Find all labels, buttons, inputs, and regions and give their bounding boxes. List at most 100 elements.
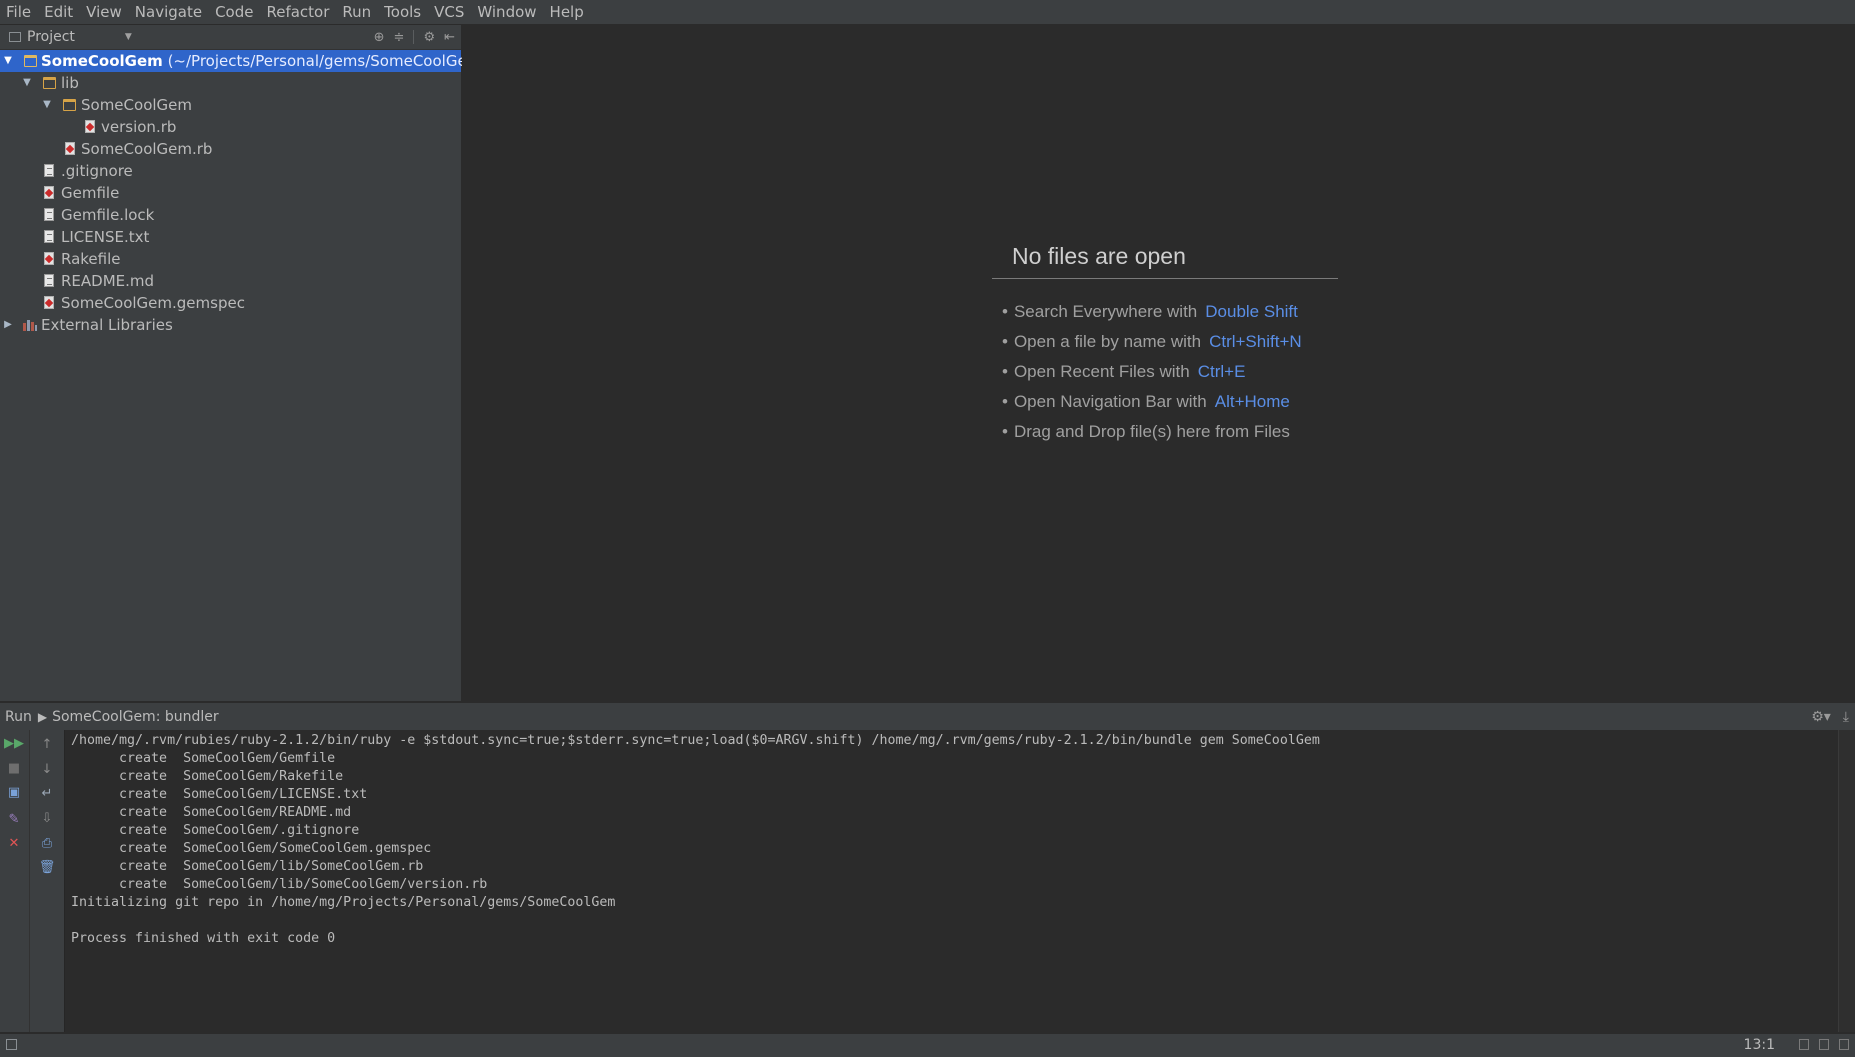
caret-position[interactable]: 13:1 (1744, 1037, 1775, 1053)
collapse-all-icon[interactable]: ≑ (394, 30, 405, 45)
tree-item-gemspec[interactable]: SomeCoolGem.gemspec (0, 292, 461, 314)
tree-item-label: Gemfile.lock (61, 206, 155, 224)
tree-item-label: External Libraries (41, 316, 173, 334)
expand-arrow-icon[interactable]: ▼ (21, 72, 33, 94)
tree-item-gemfile[interactable]: Gemfile (0, 182, 461, 204)
text-file-icon (44, 230, 54, 243)
soft-wrap-icon[interactable]: ↵ (37, 784, 57, 802)
project-tree: ▼ SomeCoolGem (~/Projects/Personal/gems/… (0, 50, 487, 336)
menu-help[interactable]: Help (544, 0, 591, 24)
ruby-file-icon (44, 252, 54, 265)
tree-item-label: SomeCoolGem.rb (81, 140, 213, 158)
project-panel-header: Project ▼ ⊕ ≑ ⚙ ⇤ (0, 25, 461, 50)
run-config-label[interactable]: SomeCoolGem: bundler (52, 709, 219, 725)
tree-item-readme[interactable]: README.md (0, 270, 461, 292)
scroll-from-source-icon[interactable]: ⊕ (374, 30, 385, 45)
restore-layout-icon[interactable]: ▣ (4, 783, 24, 801)
run-header-tools: ⚙▾ ⤓ (1811, 703, 1849, 730)
tree-item-somecoolgem-folder[interactable]: ▼ SomeCoolGem (0, 94, 461, 116)
run-toolwindow-header: Run ▶ SomeCoolGem: bundler ⚙▾ ⤓ (0, 702, 1855, 731)
menu-tools[interactable]: Tools (378, 0, 428, 24)
status-icons (1799, 1039, 1849, 1050)
hint-drag-drop: • Drag and Drop file(s) here from Files (1002, 422, 1290, 441)
menu-vcs[interactable]: VCS (428, 0, 471, 24)
tree-item-gitignore[interactable]: .gitignore (0, 160, 461, 182)
toggle-toolwindows-icon[interactable] (6, 1039, 17, 1050)
tree-item-label: README.md (61, 272, 155, 290)
tree-item-external-libraries[interactable]: ▶ External Libraries (0, 314, 461, 336)
menu-refactor[interactable]: Refactor (260, 0, 336, 24)
console-scrollbar[interactable] (1838, 730, 1855, 1032)
ruby-file-icon (85, 120, 95, 133)
arrow-down-icon[interactable]: ↓ (37, 760, 57, 778)
text-file-icon (44, 274, 54, 287)
tree-item-rakefile[interactable]: Rakefile (0, 248, 461, 270)
shortcut-label: Alt+Home (1214, 392, 1290, 411)
tree-item-license[interactable]: LICENSE.txt (0, 226, 461, 248)
console-text: /home/mg/.rvm/rubies/ruby-2.1.2/bin/ruby… (71, 733, 1320, 946)
console-output[interactable]: /home/mg/.rvm/rubies/ruby-2.1.2/bin/ruby… (65, 730, 1837, 1032)
menu-window[interactable]: Window (471, 0, 543, 24)
expand-arrow-icon[interactable]: ▶ (2, 314, 14, 336)
tree-item-gemfile-lock[interactable]: Gemfile.lock (0, 204, 461, 226)
title-divider (992, 278, 1338, 279)
hide-panel-icon[interactable]: ⤓ (1843, 709, 1849, 725)
tree-item-label: .gitignore (61, 162, 133, 180)
project-view-icon (9, 32, 21, 42)
folder-icon (43, 77, 56, 89)
toolbar-divider (413, 30, 415, 44)
status-bar: 13:1 (0, 1033, 1855, 1057)
tree-item-label: version.rb (101, 118, 177, 136)
menu-file[interactable]: File (0, 0, 38, 24)
tree-item-label: Rakefile (61, 250, 121, 268)
menu-run[interactable]: Run (336, 0, 378, 24)
print-icon[interactable]: ⎙ (37, 834, 57, 852)
tree-item-label: SomeCoolGem.gemspec (61, 294, 245, 312)
empty-editor-title: No files are open (1012, 243, 1186, 269)
tree-item-version-rb[interactable]: version.rb (0, 116, 461, 138)
play-icon: ▶ (37, 709, 48, 724)
menu-navigate[interactable]: Navigate (129, 0, 209, 24)
event-log-icon[interactable] (1819, 1039, 1829, 1050)
expand-arrow-icon[interactable]: ▼ (41, 94, 53, 116)
shortcut-label: Ctrl+E (1197, 362, 1246, 381)
rerun-icon[interactable]: ▶▶ (4, 734, 24, 752)
arrow-up-icon[interactable]: ↑ (37, 735, 57, 753)
menu-code[interactable]: Code (209, 0, 260, 24)
folder-icon (63, 99, 76, 111)
ruby-file-icon (65, 142, 75, 155)
gear-icon[interactable]: ⚙▾ (1811, 709, 1831, 725)
chevron-down-icon[interactable]: ▼ (125, 32, 132, 42)
run-tab-label[interactable]: Run (5, 709, 32, 725)
hint-navigation-bar: • Open Navigation Bar with Alt+Home (1002, 392, 1290, 411)
expand-arrow-icon[interactable]: ▼ (2, 50, 14, 72)
hint-open-file: • Open a file by name with Ctrl+Shift+N (1002, 332, 1302, 351)
editor-hints: • Search Everywhere with Double Shift • Ope… (1002, 297, 1302, 447)
editor-area[interactable]: No files are open • Search Everywhere wit… (462, 25, 1855, 701)
project-panel: Project ▼ ⊕ ≑ ⚙ ⇤ ▼ SomeCoolGem (~/Proje… (0, 25, 487, 701)
folder-icon (24, 55, 37, 67)
memory-indicator-icon[interactable] (1839, 1039, 1849, 1050)
gear-icon[interactable]: ⚙ (423, 30, 435, 45)
menu-view[interactable]: View (80, 0, 129, 24)
trash-icon[interactable]: 🗑 (37, 858, 57, 876)
shortcut-label: Double Shift (1205, 302, 1298, 321)
close-icon[interactable]: ✕ (4, 834, 24, 852)
run-toolwindow: ▶▶ ■ ▣ ✎ ✕ ↑ ↓ ↵ ⇩ ⎙ 🗑 /home/mg/.rvm/rub… (0, 730, 1855, 1032)
lock-icon[interactable] (1799, 1039, 1809, 1050)
tree-item-label: LICENSE.txt (61, 228, 150, 246)
tree-item-label: SomeCoolGem (41, 52, 163, 70)
hide-panel-icon[interactable]: ⇤ (444, 30, 455, 45)
tree-item-somecoolgem-rb[interactable]: SomeCoolGem.rb (0, 138, 461, 160)
hint-recent-files: • Open Recent Files with Ctrl+E (1002, 362, 1246, 381)
tree-item-root[interactable]: ▼ SomeCoolGem (~/Projects/Personal/gems/… (0, 50, 487, 72)
pin-icon[interactable]: ✎ (4, 810, 24, 828)
project-view-selector[interactable]: Project (27, 29, 75, 45)
scroll-to-end-icon[interactable]: ⇩ (37, 809, 57, 827)
stop-icon[interactable]: ■ (4, 759, 24, 777)
menu-edit[interactable]: Edit (38, 0, 80, 24)
library-icon (23, 319, 37, 331)
ruby-file-icon (44, 186, 54, 199)
tree-item-lib[interactable]: ▼ lib (0, 72, 461, 94)
hint-search-everywhere: • Search Everywhere with Double Shift (1002, 302, 1298, 321)
